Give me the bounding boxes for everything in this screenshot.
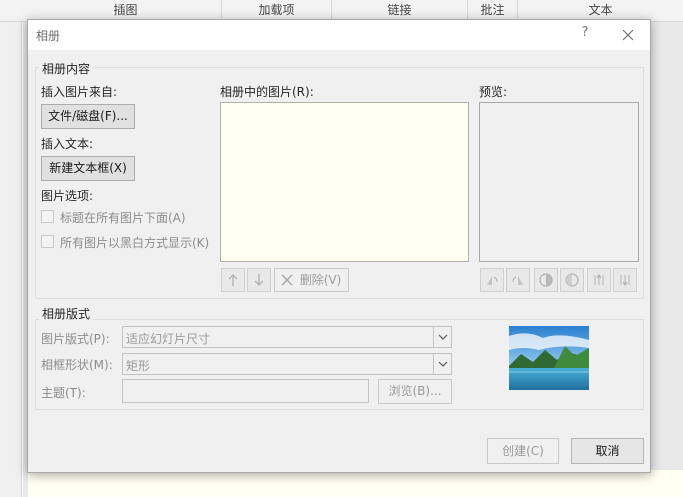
dialog-titlebar[interactable]: 相册 ? [28, 20, 650, 50]
ribbon-group-links[interactable]: 链接 [332, 0, 468, 21]
brightness-up-icon [594, 273, 604, 285]
rotate-right-button[interactable] [506, 268, 530, 292]
close-icon[interactable] [616, 24, 640, 46]
help-icon[interactable]: ? [577, 25, 593, 43]
black-white-option-label[interactable]: 所有图片以黑白方式显示(K) [60, 234, 209, 251]
create-button[interactable]: 创建(C) [487, 438, 559, 464]
file-disk-button[interactable]: 文件/磁盘(F)... [41, 104, 135, 129]
chevron-down-icon [433, 327, 451, 347]
remove-button[interactable]: 删除(V) [274, 268, 349, 292]
captions-checkbox[interactable] [41, 210, 54, 223]
ribbon-group-text[interactable]: 文本 [518, 0, 683, 21]
preview-box [479, 102, 639, 262]
pictures-list[interactable] [220, 102, 469, 262]
insert-text-label: 插入文本: [41, 137, 94, 151]
rotate-left-icon [487, 276, 498, 285]
frame-shape-select[interactable]: 矩形 [122, 353, 452, 375]
move-down-button[interactable] [247, 268, 271, 292]
remove-button-label: 删除(V) [299, 273, 342, 287]
increase-brightness-button[interactable] [587, 268, 611, 292]
frame-shape-label: 相框形状(M): [41, 358, 113, 372]
insert-from-label: 插入图片来自: [41, 85, 118, 99]
theme-label: 主题(T): [41, 386, 86, 400]
black-white-checkbox[interactable] [41, 235, 54, 248]
move-up-button[interactable] [221, 268, 245, 292]
captions-option-label[interactable]: 标题在所有图片下面(A) [60, 209, 186, 226]
theme-input[interactable] [122, 379, 369, 403]
arrow-up-icon [228, 274, 238, 286]
ribbon-group-addins[interactable]: 加载项 [222, 0, 332, 21]
new-textbox-button[interactable]: 新建文本框(X) [41, 156, 135, 181]
picture-layout-select[interactable]: 适应幻灯片尺寸 [122, 326, 452, 348]
arrow-down-icon [254, 274, 264, 286]
photo-album-dialog: 相册 ? 相册内容 插入图片来自: 文件/磁盘(F)... 插入文本: 新建文本… [27, 19, 651, 473]
increase-contrast-button[interactable] [534, 268, 558, 292]
layout-preview-image [509, 326, 589, 390]
pictures-in-album-label: 相册中的图片(R): [220, 85, 314, 99]
ribbon-group-comments[interactable]: 批注 [468, 0, 518, 21]
contrast-down-icon [565, 273, 579, 287]
contrast-up-icon [539, 273, 553, 287]
cancel-button[interactable]: 取消 [571, 438, 644, 464]
album-content-legend: 相册内容 [39, 60, 94, 77]
brightness-down-icon [620, 275, 630, 287]
chevron-down-icon [433, 354, 451, 374]
decrease-contrast-button[interactable] [560, 268, 584, 292]
delete-x-icon [281, 274, 293, 286]
decrease-brightness-button[interactable] [613, 268, 637, 292]
ribbon-group-illustrations[interactable]: 插图 [30, 0, 222, 21]
rotate-left-button[interactable] [480, 268, 504, 292]
dialog-title: 相册 [36, 29, 61, 43]
rotate-right-icon [512, 276, 523, 285]
picture-layout-label: 图片版式(P): [41, 332, 110, 346]
preview-label: 预览: [479, 85, 508, 99]
browse-button[interactable]: 浏览(B)... [378, 379, 452, 404]
thumbnail-pane [0, 22, 22, 497]
picture-layout-value: 适应幻灯片尺寸 [126, 332, 211, 346]
picture-options-label: 图片选项: [41, 189, 94, 203]
slide-canvas[interactable] [28, 470, 683, 497]
frame-shape-value: 矩形 [126, 359, 151, 373]
album-layout-legend: 相册版式 [39, 305, 94, 322]
